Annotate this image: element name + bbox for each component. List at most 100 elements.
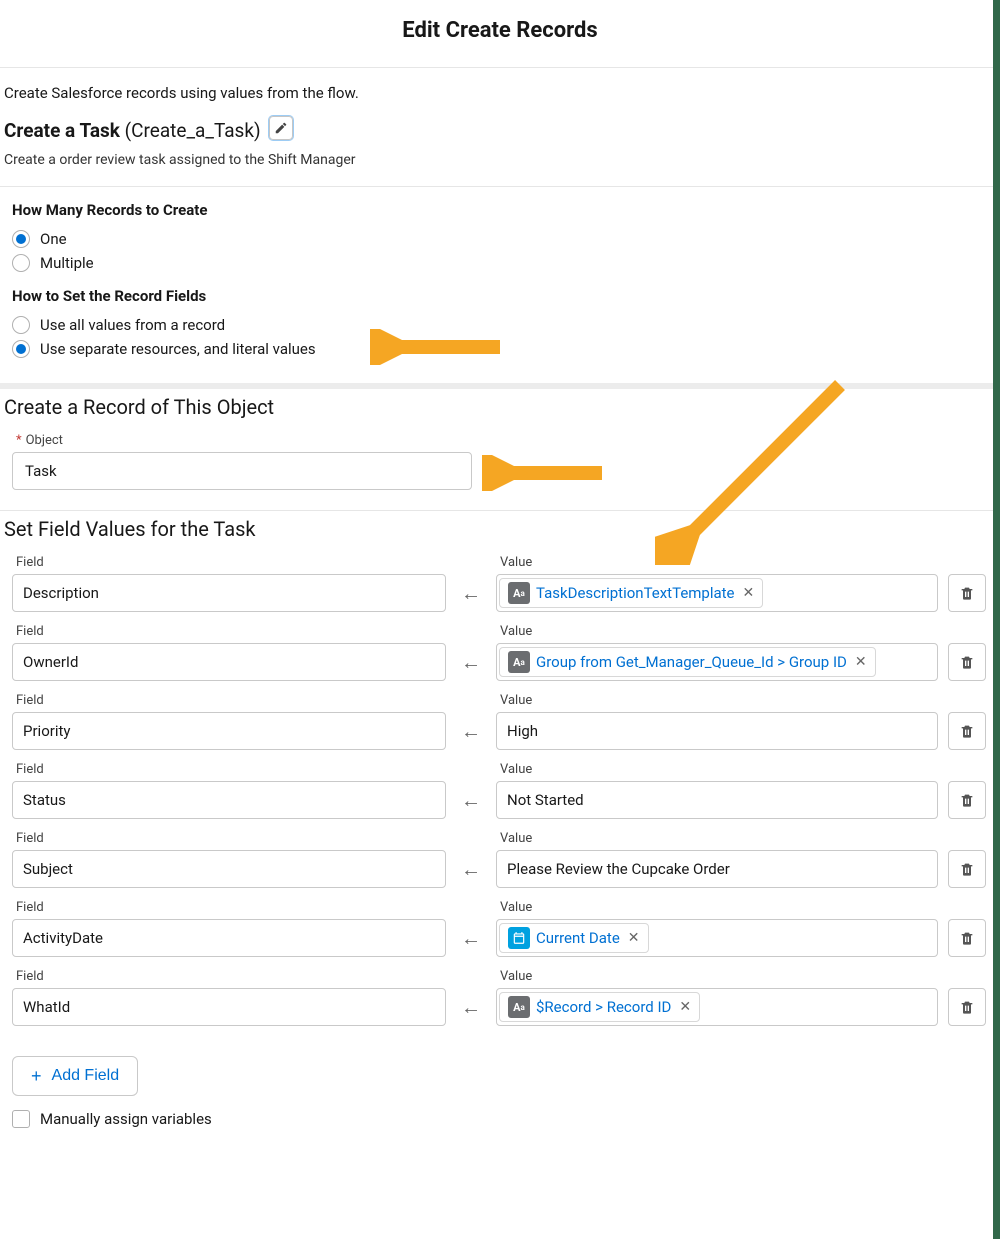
value-input[interactable]: Aa $Record > Record ID ✕ — [496, 988, 938, 1026]
pill-label: $Record > Record ID — [536, 998, 671, 1016]
value-pill[interactable]: Aa Group from Get_Manager_Queue_Id > Gro… — [499, 647, 876, 677]
delete-row-button[interactable] — [948, 850, 986, 888]
add-field-button[interactable]: + Add Field — [12, 1056, 138, 1096]
field-input[interactable]: Priority — [12, 712, 446, 750]
fields-section-heading: Set Field Values for the Task — [4, 517, 1000, 541]
field-name: Subject — [23, 860, 73, 878]
how-many-heading: How Many Records to Create — [12, 201, 988, 219]
pill-remove-icon[interactable]: ✕ — [626, 930, 640, 946]
value-label: Value — [500, 693, 934, 708]
field-input[interactable]: Subject — [12, 850, 446, 888]
value-label: Value — [500, 762, 934, 777]
field-row: Field Status ← Value Not Started — [12, 762, 988, 819]
value-input[interactable]: Not Started — [496, 781, 938, 819]
how-set-radio-group: Use all values from a record Use separat… — [12, 313, 988, 361]
value-label: Value — [500, 831, 934, 846]
pill-remove-icon[interactable]: ✕ — [853, 654, 867, 670]
delete-row-button[interactable] — [948, 712, 986, 750]
pencil-icon — [274, 121, 288, 135]
assign-arrow-icon: ← — [456, 988, 486, 1026]
element-api-name: (Create_a_Task) — [125, 119, 261, 142]
radio-multiple-label: Multiple — [40, 254, 94, 272]
radio-one[interactable] — [12, 230, 30, 248]
pill-label: Group from Get_Manager_Queue_Id > Group … — [536, 653, 847, 671]
assign-arrow-icon: ← — [456, 781, 486, 819]
value-text: High — [507, 722, 538, 740]
field-name: ActivityDate — [23, 929, 103, 947]
radio-use-all[interactable] — [12, 316, 30, 334]
field-row: Field Description ← Value Aa TaskDescrip… — [12, 555, 988, 612]
field-row: Field OwnerId ← Value Aa Group from Get_… — [12, 624, 988, 681]
assign-arrow-icon: ← — [456, 919, 486, 957]
field-input[interactable]: Description — [12, 574, 446, 612]
assign-arrow-icon: ← — [456, 643, 486, 681]
field-name: WhatId — [23, 998, 70, 1016]
pill-label: Current Date — [536, 929, 620, 947]
value-pill[interactable]: Aa $Record > Record ID ✕ — [499, 992, 700, 1022]
delete-row-button[interactable] — [948, 574, 986, 612]
manual-assign-label: Manually assign variables — [40, 1110, 212, 1128]
field-name: Priority — [23, 722, 70, 740]
radio-multiple[interactable] — [12, 254, 30, 272]
field-name: Description — [23, 584, 99, 602]
field-row: Field Subject ← Value Please Review the … — [12, 831, 988, 888]
value-text: Please Review the Cupcake Order — [507, 860, 730, 878]
field-label: Field — [16, 900, 442, 915]
assign-arrow-icon: ← — [456, 574, 486, 612]
element-label: Create a Task — [4, 119, 120, 142]
page-title: Edit Create Records — [0, 0, 1000, 68]
intro-text: Create Salesforce records using values f… — [0, 68, 1000, 102]
assign-arrow-icon: ← — [456, 712, 486, 750]
field-input[interactable]: Status — [12, 781, 446, 819]
field-input[interactable]: ActivityDate — [12, 919, 446, 957]
field-label: Field — [16, 762, 442, 777]
value-input[interactable]: Please Review the Cupcake Order — [496, 850, 938, 888]
delete-row-button[interactable] — [948, 988, 986, 1026]
object-value: Task — [25, 462, 57, 480]
field-name: OwnerId — [23, 653, 78, 671]
pill-label: TaskDescriptionTextTemplate — [536, 584, 735, 602]
delete-row-button[interactable] — [948, 781, 986, 819]
field-row: Field WhatId ← Value Aa $Record > Record… — [12, 969, 988, 1026]
object-input[interactable]: Task — [12, 452, 472, 490]
delete-row-button[interactable] — [948, 919, 986, 957]
value-input[interactable]: High — [496, 712, 938, 750]
how-many-radio-group: One Multiple — [12, 227, 988, 275]
pill-remove-icon[interactable]: ✕ — [741, 585, 755, 601]
element-description: Create a order review task assigned to t… — [0, 142, 1000, 187]
value-label: Value — [500, 969, 934, 984]
object-label: Object — [16, 433, 984, 448]
value-label: Value — [500, 624, 934, 639]
add-field-label: Add Field — [52, 1067, 120, 1085]
radio-separate[interactable] — [12, 340, 30, 358]
assign-arrow-icon: ← — [456, 850, 486, 888]
value-input[interactable]: Aa Group from Get_Manager_Queue_Id > Gro… — [496, 643, 938, 681]
value-input[interactable]: Current Date ✕ — [496, 919, 938, 957]
value-pill[interactable]: Current Date ✕ — [499, 923, 649, 953]
radio-use-all-label: Use all values from a record — [40, 316, 225, 334]
delete-row-button[interactable] — [948, 643, 986, 681]
value-label: Value — [500, 900, 934, 915]
radio-one-label: One — [40, 230, 67, 248]
field-label: Field — [16, 693, 442, 708]
field-label: Field — [16, 555, 442, 570]
field-input[interactable]: WhatId — [12, 988, 446, 1026]
manual-assign-checkbox[interactable] — [12, 1110, 30, 1128]
field-input[interactable]: OwnerId — [12, 643, 446, 681]
how-set-heading: How to Set the Record Fields — [12, 287, 988, 305]
window-edge — [993, 0, 1000, 1239]
edit-label-button[interactable] — [269, 116, 293, 140]
object-section-heading: Create a Record of This Object — [4, 395, 1000, 419]
field-label: Field — [16, 969, 442, 984]
field-name: Status — [23, 791, 66, 809]
field-label: Field — [16, 831, 442, 846]
value-pill[interactable]: Aa TaskDescriptionTextTemplate ✕ — [499, 578, 763, 608]
field-row: Field ActivityDate ← Value Current Date … — [12, 900, 988, 957]
value-input[interactable]: Aa TaskDescriptionTextTemplate ✕ — [496, 574, 938, 612]
plus-icon: + — [31, 1067, 42, 1085]
radio-separate-label: Use separate resources, and literal valu… — [40, 340, 316, 358]
pill-remove-icon[interactable]: ✕ — [677, 999, 691, 1015]
value-text: Not Started — [507, 791, 584, 809]
field-row: Field Priority ← Value High — [12, 693, 988, 750]
value-label: Value — [500, 555, 934, 570]
